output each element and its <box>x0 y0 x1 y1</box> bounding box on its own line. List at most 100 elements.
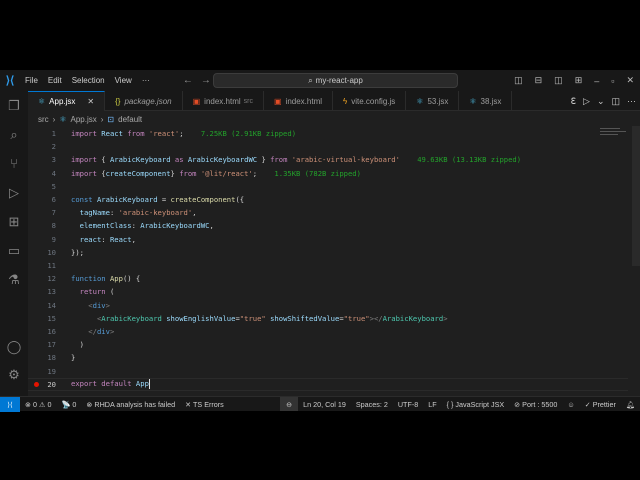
code-token: div <box>96 327 110 336</box>
code-line[interactable]: 6 const ArabicKeyboard = createComponent(… <box>28 193 628 206</box>
code-line[interactable]: 17 ) <box>28 338 628 351</box>
json-icon: {} <box>115 96 121 106</box>
toggle-panel-icon[interactable]: ⊟ <box>535 75 543 86</box>
tab-53-jsx[interactable]: ⚛ 53.jsx <box>406 91 460 111</box>
code-line[interactable]: 19 <box>28 365 628 378</box>
maximize-button[interactable]: ▫ <box>611 76 614 86</box>
tab-package-json[interactable]: {} package.json <box>105 91 183 111</box>
back-arrow-icon[interactable]: ← <box>183 75 193 86</box>
code-line[interactable]: 7 tagName: 'arabic-keyboard', <box>28 206 628 219</box>
vertical-scrollbar[interactable] <box>632 126 640 266</box>
code-token: ArabicKeyboard <box>109 155 175 165</box>
code-line[interactable]: 1 import React from 'react'; 7.25KB (2.91… <box>28 127 628 140</box>
tab-app-jsx[interactable]: ⚛ App.jsx ✕ <box>28 91 106 111</box>
code-token: export <box>71 379 102 389</box>
rhda-status[interactable]: ⊗ RHDA analysis has failed <box>81 400 180 409</box>
status-bar: ⟩⟨ ⊗ 0 ⚠ 0 📡 0 ⊗ RHDA analysis has faile… <box>0 396 640 412</box>
code-line[interactable]: 11 <box>28 259 628 272</box>
settings-gear-icon[interactable]: ⚙ <box>0 367 28 383</box>
tab-38-jsx[interactable]: ⚛ 38.jsx <box>459 91 513 111</box>
code-line[interactable]: 20 export default App <box>28 377 628 391</box>
code-line[interactable]: 5 <box>28 180 628 193</box>
code-token: : <box>131 221 141 231</box>
code-line[interactable]: 16 </div> <box>28 325 628 338</box>
menu-edit[interactable]: Edit <box>43 76 67 85</box>
code-editor[interactable]: 1 import React from 'react'; 7.25KB (2.91… <box>28 126 640 396</box>
menu-file[interactable]: File <box>20 76 43 85</box>
search-icon[interactable]: ⌕ <box>0 120 28 149</box>
code-line[interactable]: 2 <box>28 140 628 153</box>
language-mode[interactable]: { } JavaScript JSX <box>442 400 510 409</box>
breakpoint-icon[interactable] <box>34 381 39 387</box>
menu-selection[interactable]: Selection <box>67 76 110 85</box>
line-number: 5 <box>51 181 56 191</box>
menu-view[interactable]: View <box>110 76 137 85</box>
run-icon[interactable]: ▷ <box>583 96 590 107</box>
source-control-icon[interactable]: ⑂ <box>0 149 28 178</box>
run-debug-icon[interactable]: ▷ <box>0 178 28 207</box>
remote-explorer-icon[interactable]: ▭ <box>0 236 28 265</box>
notifications-bell-icon[interactable]: 🔔︎ <box>621 400 640 409</box>
code-token: , <box>192 208 197 218</box>
encoding[interactable]: UTF-8 <box>393 400 423 409</box>
compare-icon[interactable]: ℇ <box>570 96 576 107</box>
ports-indicator[interactable]: 📡 0 <box>56 400 81 409</box>
code-token: } <box>261 155 271 165</box>
code-token: : <box>109 208 119 218</box>
code-line[interactable]: 15 <ArabicKeyboard showEnglishValue="tru… <box>28 312 628 325</box>
explorer-icon[interactable]: ❐ <box>0 91 28 120</box>
tab-index-html[interactable]: ▣ index.html src <box>183 91 264 111</box>
code-token: < <box>71 313 102 323</box>
code-line[interactable]: 12 function App() { <box>28 272 628 285</box>
live-server-port[interactable]: ⊘ Port : 5500 <box>509 400 562 409</box>
problems-indicator[interactable]: ⊗ 0 ⚠ 0 <box>20 400 56 409</box>
forward-arrow-icon[interactable]: → <box>201 75 211 86</box>
close-window-button[interactable]: ✕ <box>626 75 634 86</box>
code-token: > <box>443 313 448 323</box>
remote-indicator-icon[interactable]: ⟩⟨ <box>0 396 20 412</box>
code-text: import { ArabicKeyboard as ArabicKeyboar… <box>71 155 521 164</box>
ts-errors-status[interactable]: ✕ TS Errors <box>180 400 229 409</box>
split-editor-icon[interactable]: ◫ <box>611 96 620 107</box>
cursor-position[interactable]: Ln 20, Col 19 <box>298 400 351 409</box>
title-bar: ⟩⟨ File Edit Selection View ··· ← → ⌕ my-… <box>0 70 640 91</box>
indentation[interactable]: Spaces: 2 <box>351 400 393 409</box>
prettier-status[interactable]: ✓ Prettier <box>580 400 621 409</box>
code-token: from <box>179 168 201 178</box>
code-line[interactable]: 18} <box>28 351 628 364</box>
line-number: 19 <box>47 366 56 376</box>
code-token: < <box>71 300 93 310</box>
toggle-sidebar-icon[interactable]: ◫ <box>514 75 523 86</box>
code-line[interactable]: 14 <div> <box>28 299 628 312</box>
minimize-button[interactable]: – <box>594 76 599 86</box>
code-line[interactable]: 13 return ( <box>28 285 628 298</box>
breadcrumb-file[interactable]: App.jsx <box>71 115 97 124</box>
zoom-out-icon[interactable]: ⊖ <box>280 397 299 411</box>
code-line[interactable]: 10}); <box>28 246 628 259</box>
close-tab-icon[interactable]: ✕ <box>87 97 94 106</box>
menu-more[interactable]: ··· <box>137 76 155 85</box>
chevron-down-icon[interactable]: ⌄ <box>597 96 605 107</box>
code-text: } <box>71 353 75 362</box>
code-token: "true" <box>343 313 370 323</box>
more-actions-icon[interactable]: ··· <box>627 96 636 106</box>
toggle-secondary-sidebar-icon[interactable]: ◫ <box>554 75 563 86</box>
code-line[interactable]: 3 import { ArabicKeyboard as ArabicKeyboa… <box>28 153 628 166</box>
line-number: 12 <box>47 274 56 284</box>
code-line[interactable]: 8 elementClass: ArabicKeyboardWC, <box>28 219 628 232</box>
command-center-search[interactable]: ⌕ my-react-app <box>213 73 458 88</box>
customize-layout-icon[interactable]: ⊞ <box>575 75 583 86</box>
code-line[interactable]: 9 react: React, <box>28 233 628 246</box>
extensions-icon[interactable]: ⊞ <box>0 207 28 236</box>
breadcrumb-symbol[interactable]: default <box>118 115 142 124</box>
copilot-icon[interactable]: ☺ <box>562 400 579 409</box>
code-token: elementClass <box>71 221 132 231</box>
account-icon[interactable]: ◯ <box>0 339 28 355</box>
breadcrumb-folder[interactable]: src <box>38 115 49 124</box>
tab-vite-config-js[interactable]: ϟ vite.config.js <box>333 91 407 111</box>
tab-index-html[interactable]: ▣ index.html <box>264 91 334 111</box>
testing-icon[interactable]: ⚗ <box>0 265 28 294</box>
code-line[interactable]: 4 import {createComponent} from '@lit/rea… <box>28 167 628 180</box>
end-of-line[interactable]: LF <box>423 400 441 409</box>
line-number: 20 <box>47 379 56 389</box>
